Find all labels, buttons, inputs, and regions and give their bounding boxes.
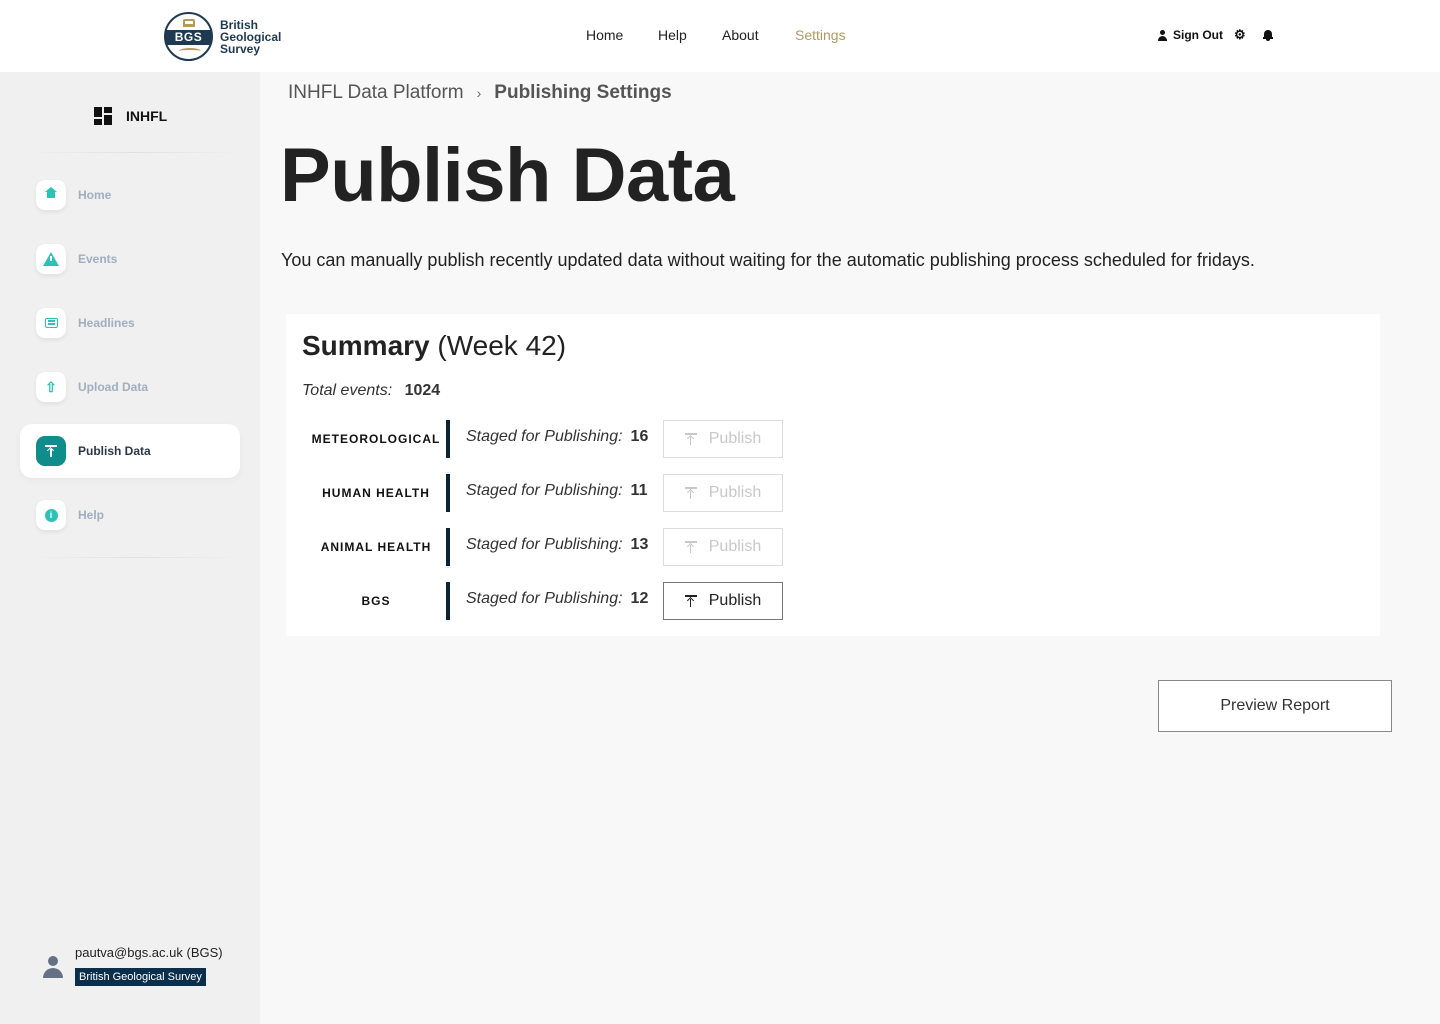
info-icon: i	[36, 500, 66, 530]
category-row-meteorological: METEOROLOGICAL Staged for Publishing: 16 …	[286, 420, 806, 458]
avatar-icon	[42, 956, 64, 978]
row-divider	[446, 474, 450, 512]
logo-line-3: Survey	[220, 41, 261, 56]
summary-title: Summary	[302, 330, 430, 361]
staged-count: Staged for Publishing: 11	[466, 482, 647, 500]
upload-arrow-icon	[684, 433, 697, 445]
chevron-right-icon: ›	[476, 85, 482, 101]
logo-wordmark: British Geological Survey	[220, 19, 281, 55]
warning-icon	[36, 244, 66, 274]
summary-week: (Week 42)	[437, 330, 567, 361]
logo-badge-text: BGS	[166, 30, 211, 45]
nav-home[interactable]: Home	[586, 27, 623, 43]
sign-out-link[interactable]: Sign Out	[1173, 28, 1223, 42]
newspaper-icon	[36, 308, 66, 338]
sidebar-item-events[interactable]: Events	[20, 232, 240, 286]
summary-card: Summary (Week 42) Total events: 1024 MET…	[286, 314, 1380, 636]
publish-label: Publish	[708, 484, 762, 501]
bell-icon[interactable]	[1262, 29, 1273, 41]
sidebar-item-label: Publish Data	[78, 444, 151, 458]
account-org-badge: British Geological Survey	[75, 968, 206, 986]
upload-arrow-icon	[684, 541, 697, 553]
total-events-label: Total events:	[302, 382, 393, 399]
sidebar-item-label: Home	[78, 188, 112, 202]
upload-arrow-icon	[684, 487, 697, 499]
page-intro: You can manually publish recently update…	[281, 250, 1255, 270]
page-title: Publish Data	[280, 133, 735, 218]
category-label: HUMAN HEALTH	[322, 486, 430, 500]
crown-icon	[183, 19, 195, 27]
sidebar-item-home[interactable]: Home	[20, 168, 240, 222]
ground-icon	[179, 48, 201, 54]
preview-report-button[interactable]: Preview Report	[1158, 680, 1392, 732]
sidebar: INHFL Home Events Headlines ⇧ Upload Dat…	[0, 72, 260, 1024]
home-icon	[36, 180, 66, 210]
breadcrumb-current: Publishing Settings	[494, 82, 672, 103]
publish-button-animal-health[interactable]: Publish	[663, 528, 783, 566]
publish-button-bgs[interactable]: Publish	[663, 582, 783, 620]
sidebar-divider	[30, 152, 240, 153]
staged-count: Staged for Publishing: 13	[466, 536, 648, 554]
logo-line-2: Geological	[220, 29, 282, 44]
category-label: METEOROLOGICAL	[311, 432, 441, 446]
staged-label: Staged for Publishing:	[466, 428, 623, 445]
sidebar-brand[interactable]: INHFL	[94, 107, 167, 125]
top-bar: BGS British Geological Survey Home Help …	[0, 0, 1440, 72]
staged-value: 11	[630, 482, 648, 499]
staged-value: 13	[630, 536, 649, 553]
sidebar-brand-label: INHFL	[126, 108, 168, 124]
logo-line-1: British	[220, 17, 259, 32]
category-row-bgs: BGS Staged for Publishing: 12 Publish	[286, 582, 806, 620]
sidebar-item-label: Events	[78, 252, 118, 266]
sidebar-item-label: Headlines	[78, 316, 135, 330]
nav-settings[interactable]: Settings	[795, 27, 846, 43]
staged-value: 12	[630, 590, 649, 607]
gear-icon[interactable]: ⚙	[1234, 28, 1246, 41]
row-divider	[446, 420, 450, 458]
sidebar-item-help[interactable]: i Help	[20, 488, 240, 542]
sidebar-divider	[30, 557, 240, 558]
header-actions: Sign Out ⚙	[1157, 28, 1273, 42]
account-email: pautva@bgs.ac.uk (BGS)	[75, 945, 223, 960]
upload-arrow-icon	[684, 595, 697, 607]
summary-heading: Summary (Week 42)	[302, 330, 566, 362]
bgs-logo-badge: BGS	[164, 12, 213, 61]
category-row-animal-health: ANIMAL HEALTH Staged for Publishing: 13 P…	[286, 528, 806, 566]
sidebar-item-headlines[interactable]: Headlines	[20, 296, 240, 350]
breadcrumb: INHFL Data Platform › Publishing Setting…	[288, 82, 672, 104]
user-icon	[1157, 29, 1168, 41]
upload-icon: ⇧	[36, 372, 66, 402]
nav-help[interactable]: Help	[658, 27, 687, 43]
staged-label: Staged for Publishing:	[466, 590, 623, 607]
row-divider	[446, 582, 450, 620]
staged-label: Staged for Publishing:	[466, 482, 623, 499]
bgs-logo[interactable]: BGS British Geological Survey	[164, 12, 281, 61]
sidebar-item-label: Help	[78, 508, 105, 522]
staged-label: Staged for Publishing:	[466, 536, 623, 553]
row-divider	[446, 528, 450, 566]
sidebar-item-upload-data[interactable]: ⇧ Upload Data	[20, 360, 240, 414]
staged-count: Staged for Publishing: 12	[466, 590, 648, 608]
dashboard-icon	[94, 107, 112, 125]
sidebar-item-publish-data[interactable]: Publish Data	[20, 424, 240, 478]
total-events: Total events: 1024	[302, 382, 440, 400]
sidebar-item-label: Upload Data	[78, 380, 149, 394]
category-label: BGS	[361, 594, 391, 608]
category-label: ANIMAL HEALTH	[320, 540, 432, 554]
publish-label: Publish	[708, 538, 762, 555]
publish-button-human-health[interactable]: Publish	[663, 474, 783, 512]
nav-about[interactable]: About	[722, 27, 759, 43]
breadcrumb-root[interactable]: INHFL Data Platform	[288, 82, 464, 104]
publish-label: Publish	[708, 430, 762, 447]
category-row-human-health: HUMAN HEALTH Staged for Publishing: 11 Pu…	[286, 474, 806, 512]
publish-label: Publish	[708, 592, 762, 609]
publish-button-meteorological[interactable]: Publish	[663, 420, 783, 458]
staged-value: 16	[630, 428, 649, 445]
staged-count: Staged for Publishing: 16	[466, 428, 648, 446]
total-events-value: 1024	[404, 382, 441, 399]
publish-icon	[36, 436, 66, 466]
